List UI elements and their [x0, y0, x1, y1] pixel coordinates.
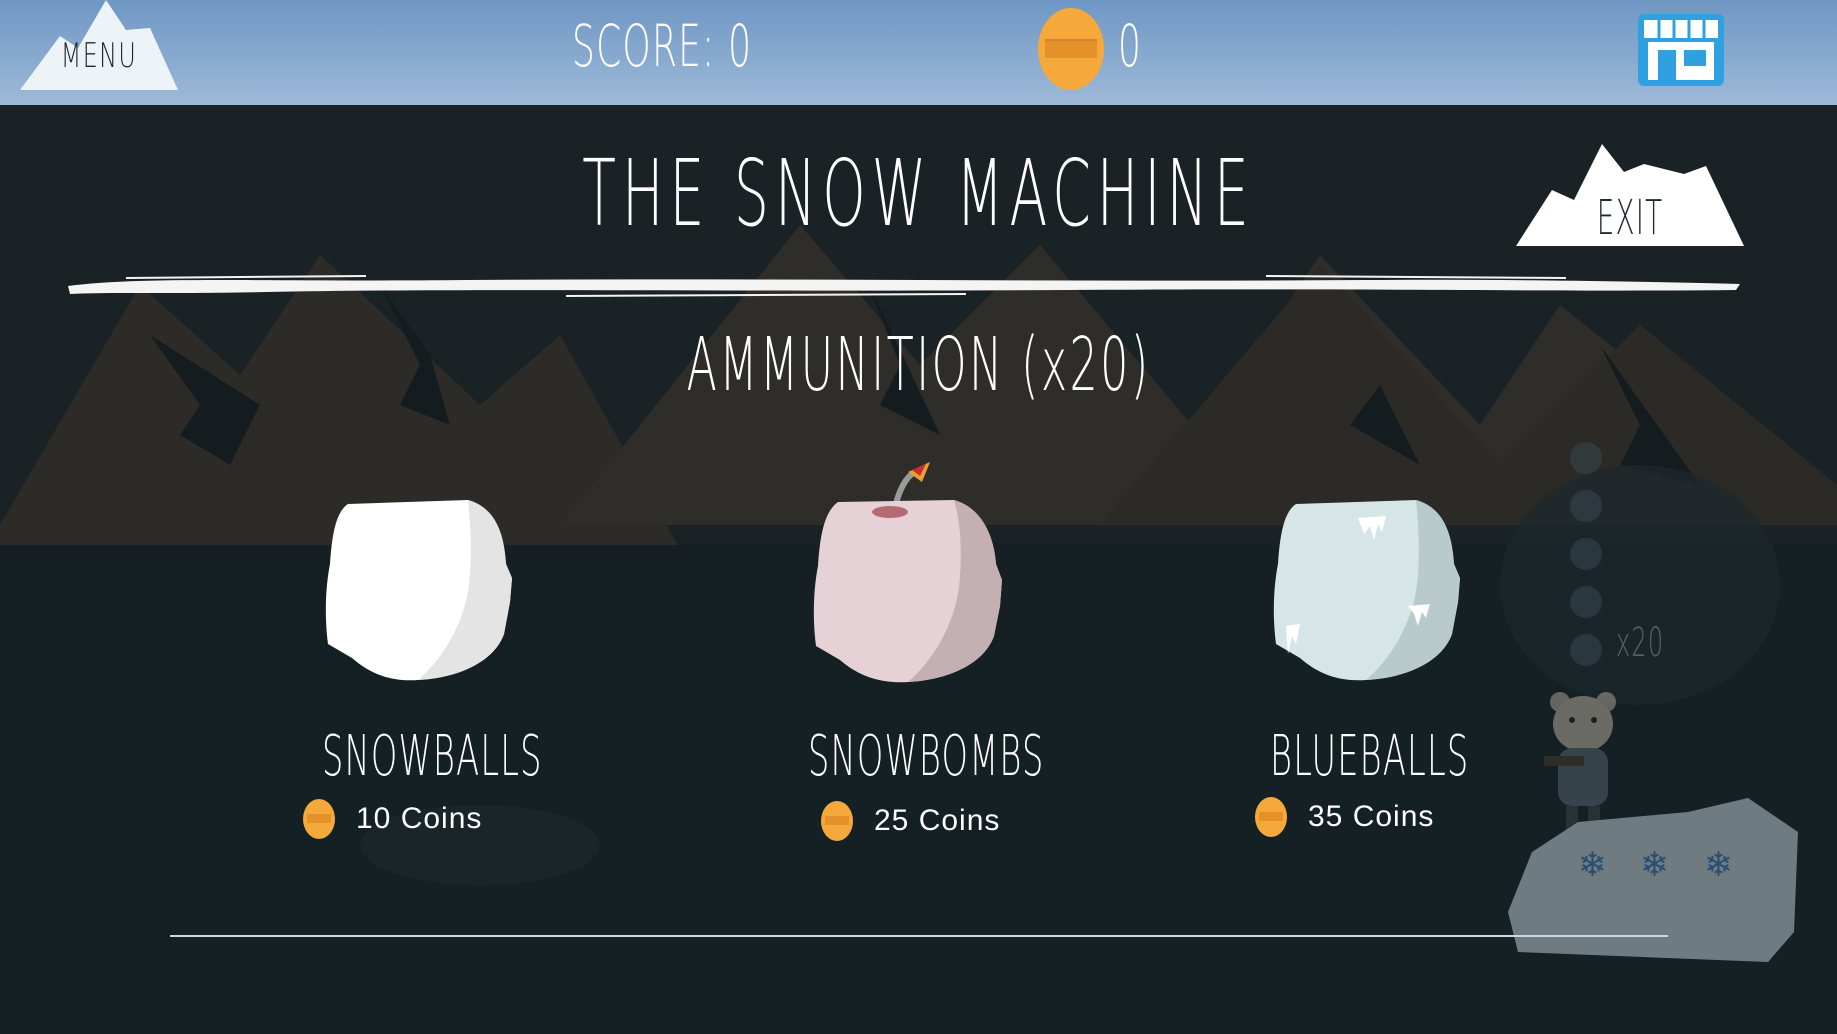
svg-text:❄: ❄ [1578, 845, 1607, 885]
item-name: SNOWBOMBS [808, 724, 1045, 789]
coin-icon [821, 801, 853, 841]
ammo-slot [1570, 490, 1602, 522]
item-price-label: 25 Coins [874, 804, 1001, 837]
blueball-icon [1273, 500, 1460, 681]
panel-title: THE SNOW MACHINE [582, 140, 1255, 247]
item-price-label: 35 Coins [1308, 800, 1435, 833]
exit-button[interactable]: EXIT [1516, 144, 1744, 248]
menu-button[interactable]: MENU [20, 0, 178, 92]
item-price-label: 10 Coins [356, 802, 483, 835]
coin-count: 0 [1118, 12, 1143, 80]
score-display: SCORE: 0 [572, 12, 753, 80]
coin-icon [1038, 8, 1104, 90]
exit-label: EXIT [1596, 190, 1664, 246]
top-bar: MENU SCORE: 0 0 [0, 0, 1837, 105]
snowbombs-item[interactable]: SNOWBOMBS 25 Coins [804, 456, 1045, 856]
snowbomb-icon [813, 462, 1002, 683]
snowball-icon [325, 500, 512, 681]
coin-icon [1255, 797, 1287, 837]
bottom-divider [170, 935, 1668, 937]
shop-button[interactable] [1636, 12, 1726, 88]
svg-text:❄: ❄ [1640, 845, 1669, 885]
brush-stroke-divider [68, 275, 1740, 297]
svg-text:❄: ❄ [1704, 845, 1733, 885]
menu-label: MENU [60, 36, 138, 76]
blueballs-item[interactable]: BLUEBALLS 35 Coins [1255, 494, 1470, 854]
section-title: AMMUNITION (x20) [686, 322, 1151, 408]
ammo-count: x20 [1616, 620, 1665, 666]
side-hud: x20 ❄ ❄ ❄ [1500, 420, 1837, 980]
ice-block-platform: ❄ ❄ ❄ [1508, 798, 1798, 962]
ammo-slot [1570, 586, 1602, 618]
coin-icon [303, 799, 335, 839]
ammo-slot [1570, 538, 1602, 570]
item-name: SNOWBALLS [322, 724, 543, 789]
item-name: BLUEBALLS [1270, 724, 1470, 789]
shop-icon [1638, 14, 1724, 86]
snowballs-item[interactable]: SNOWBALLS 10 Coins [303, 494, 543, 854]
ammo-slot [1570, 634, 1602, 666]
ammo-slot [1570, 442, 1602, 474]
